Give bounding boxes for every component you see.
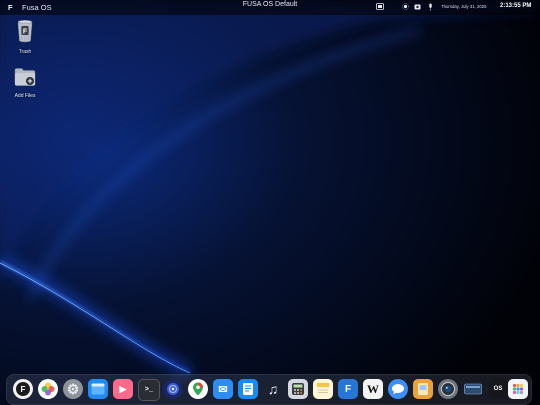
dock-item-app-store[interactable]	[238, 379, 258, 399]
text-editor-icon: F	[344, 383, 352, 395]
desktop: F Fusa OS FUSA OS Default Thursday, July…	[0, 0, 540, 405]
microphone-icon[interactable]	[428, 3, 433, 13]
menu-bar: F Fusa OS FUSA OS Default Thursday, July…	[0, 0, 540, 15]
dock-item-notes[interactable]	[313, 379, 333, 399]
dock-item-files[interactable]	[88, 379, 108, 399]
dock-item-maps[interactable]	[188, 379, 208, 399]
dock-item-terminal[interactable]: >_	[138, 379, 160, 401]
app-store-icon	[243, 383, 253, 395]
dock-item-photos[interactable]	[38, 379, 58, 399]
messages-icon	[392, 384, 404, 395]
dock-item-browser[interactable]	[163, 379, 183, 399]
dock-item-music[interactable]: ♫	[263, 379, 283, 399]
dock-item-documents[interactable]	[413, 379, 433, 399]
add-files-desktop-icon[interactable]: Add Files	[10, 67, 40, 99]
disk-icon	[464, 383, 482, 395]
camera-icon[interactable]	[414, 3, 421, 12]
app-grid-icon	[512, 383, 524, 395]
dock-item-disk[interactable]	[463, 379, 483, 399]
dock-item-media-player[interactable]: ▶	[113, 379, 133, 399]
dock: F ⚙ ▶ >_ ✉ ♫ F W OS	[6, 374, 532, 405]
files-icon	[91, 383, 105, 395]
dock-item-text-editor[interactable]: F	[338, 379, 358, 399]
maps-pin-icon	[193, 382, 203, 396]
wallpaper	[0, 0, 540, 405]
menu-bar-clock[interactable]: 2:13:55 PM	[500, 3, 531, 9]
menu-bar-date[interactable]: Thursday, July 31, 2025	[441, 4, 487, 9]
dock-item-messages[interactable]	[388, 379, 408, 399]
calculator-icon	[292, 383, 304, 395]
trash-icon: F	[17, 20, 33, 43]
brightness-icon[interactable]	[402, 3, 409, 12]
dock-item-camera[interactable]	[438, 379, 458, 399]
dock-item-calculator[interactable]	[288, 379, 308, 399]
dock-item-app-grid[interactable]	[508, 379, 528, 399]
music-note-icon: ♫	[267, 381, 279, 397]
photos-icon	[41, 382, 55, 396]
documents-icon	[418, 383, 428, 395]
os-info-icon: OS	[493, 386, 503, 392]
terminal-icon: >_	[144, 386, 154, 394]
dock-item-wikipedia[interactable]: W	[363, 379, 383, 399]
browser-icon	[167, 383, 179, 395]
folder-add-icon	[14, 68, 36, 86]
dock-item-os-info[interactable]: OS	[488, 379, 508, 399]
screen-icon[interactable]	[376, 3, 384, 12]
notes-icon	[317, 383, 329, 393]
fusa-launcher-icon: F	[16, 382, 30, 396]
trash-desktop-icon[interactable]: F Trash	[10, 19, 40, 55]
wikipedia-icon: W	[367, 381, 379, 396]
trash-label: Trash	[18, 49, 32, 55]
camera-lens-icon	[441, 382, 455, 396]
add-files-label: Add Files	[14, 93, 36, 99]
dock-item-mail[interactable]: ✉	[213, 379, 233, 399]
dock-item-fusa-launcher[interactable]: F	[13, 379, 33, 399]
play-icon: ▶	[119, 383, 127, 394]
dock-item-settings[interactable]: ⚙	[63, 379, 83, 399]
settings-gear-icon: ⚙	[66, 380, 80, 397]
svg-text:F: F	[23, 29, 28, 36]
mail-icon: ✉	[218, 383, 228, 396]
